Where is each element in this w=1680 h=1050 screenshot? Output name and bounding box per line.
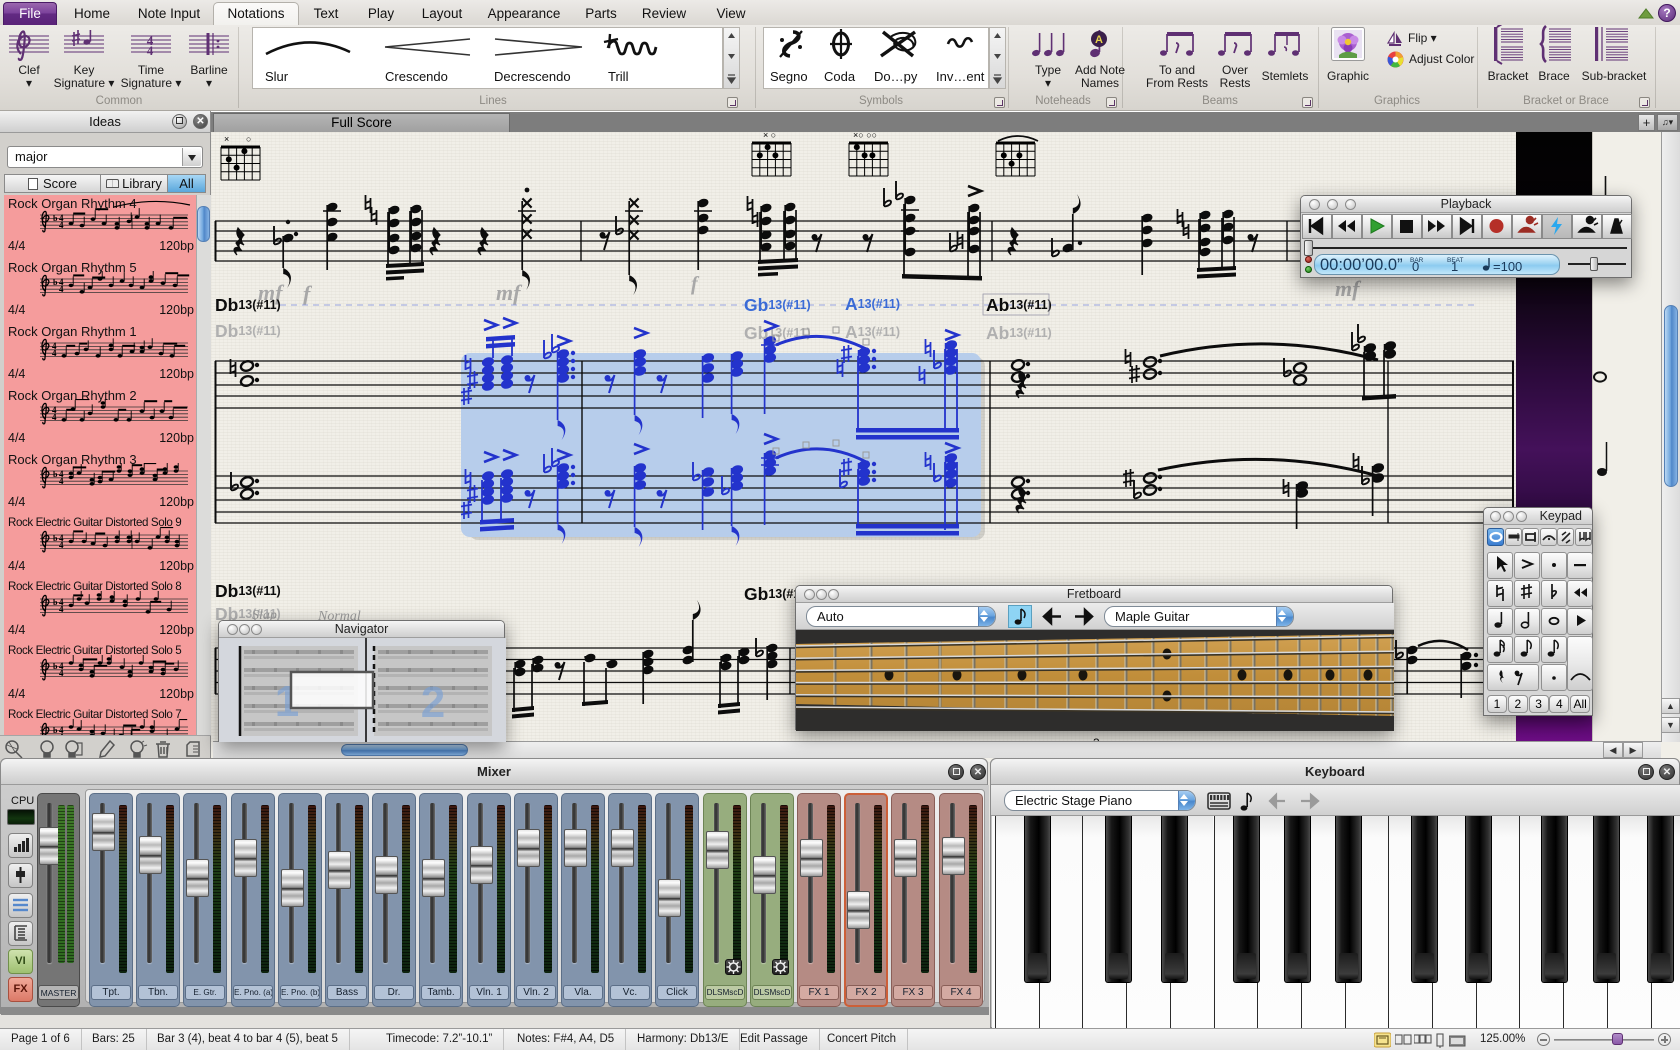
svg-text:b: b [53, 598, 58, 607]
svg-text:4: 4 [59, 220, 64, 230]
svg-text:f: f [303, 281, 313, 306]
svg-text:b: b [53, 662, 58, 671]
svg-text:4: 4 [52, 412, 57, 422]
svg-text:Ab13(#11): Ab13(#11) [986, 295, 1052, 315]
svg-text:f: f [691, 273, 700, 295]
svg-text:b: b [53, 470, 58, 479]
svg-text:○: ○ [246, 134, 251, 144]
svg-text:=100: =100 [1493, 259, 1522, 274]
svg-text:Db13(#11): Db13(#11) [215, 321, 281, 341]
svg-text:b: b [53, 534, 58, 543]
svg-text:1: 1 [1451, 259, 1458, 274]
svg-text:0: 0 [1412, 259, 1419, 274]
svg-text:b: b [53, 278, 58, 287]
svg-text:00:00’00.0”: 00:00’00.0” [1320, 256, 1403, 274]
svg-text:×○ ○○: ×○ ○○ [853, 132, 877, 140]
svg-text:Ab13(#11): Ab13(#11) [986, 323, 1052, 343]
svg-text:4: 4 [147, 43, 154, 58]
svg-text:4: 4 [59, 476, 64, 486]
svg-text:4: 4 [52, 348, 57, 358]
svg-text:Db13(#11): Db13(#11) [215, 295, 281, 315]
svg-text:4: 4 [59, 284, 64, 294]
svg-text:A13(#11): A13(#11) [845, 322, 900, 342]
svg-text:× ○: × ○ [763, 132, 776, 140]
svg-text:Db13(#11): Db13(#11) [215, 581, 281, 601]
svg-text:2: 2 [421, 678, 445, 727]
svg-text:4: 4 [59, 668, 64, 678]
svg-text:mf: mf [1335, 276, 1362, 301]
svg-text:A: A [1095, 34, 1103, 46]
svg-text:4: 4 [59, 604, 64, 614]
svg-text:Gb13(#11): Gb13(#11) [744, 295, 811, 315]
svg-text:×: × [224, 134, 229, 144]
svg-text:b: b [53, 214, 58, 223]
svg-text:mf: mf [496, 280, 523, 305]
svg-text:A13(#11): A13(#11) [845, 294, 900, 314]
svg-text:b: b [53, 726, 58, 735]
svg-text:4: 4 [59, 540, 64, 550]
